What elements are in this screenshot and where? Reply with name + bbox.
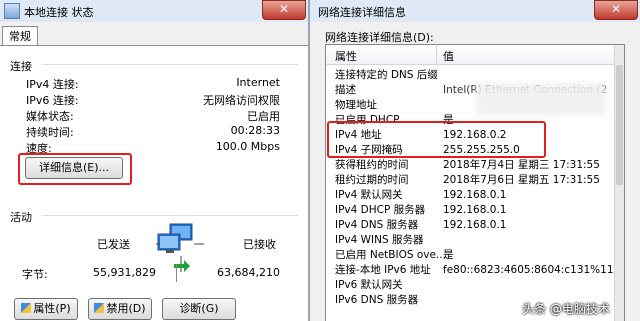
general-panel: 连接 IPv4 连接: Internet IPv6 连接: 无网络访问权限 媒体…: [0, 45, 308, 321]
list-item[interactable]: IPv4 DHCP 服务器 192.168.0.1: [326, 203, 614, 217]
properties-button-label: 属性(P): [33, 302, 71, 315]
vertical-scrollbar[interactable]: [614, 45, 624, 321]
ipv4-connectivity-label: IPv4 连接:: [26, 78, 79, 91]
list-item[interactable]: 租约过期的时间 2018年7月6日 星期五 17:31:55: [326, 173, 614, 187]
received-label: 已接收: [243, 238, 276, 251]
watermark: 头条 @电脑技术: [522, 302, 610, 316]
divider: [42, 64, 298, 65]
list-item[interactable]: 获得租约的时间 2018年7月4日 星期三 17:31:55: [326, 158, 614, 172]
bytes-received-value: 63,684,210: [217, 266, 280, 279]
window-title: 本地连接 状态: [24, 6, 94, 19]
column-divider: [436, 45, 437, 64]
list-item[interactable]: 连接特定的 DNS 后缀: [326, 68, 614, 82]
ipv4-highlight: [327, 121, 546, 158]
close-button[interactable]: ✕: [262, 0, 306, 20]
shield-icon: [21, 303, 32, 313]
details-group-label: 网络连接详细信息(D):: [325, 31, 434, 44]
disable-button[interactable]: 禁用(D): [88, 298, 152, 320]
duration-value: 00:28:33: [230, 124, 280, 137]
list-item[interactable]: IPv6 默认网关: [326, 278, 614, 292]
divider: [176, 264, 177, 282]
duration-label: 持续时间:: [26, 126, 74, 139]
title-bar: 本地连接 状态 ✕: [0, 0, 308, 22]
properties-button[interactable]: 属性(P): [14, 298, 78, 320]
local-connection-status-window: 本地连接 状态 ✕ 常规 连接 IPv4 连接: Internet IPv6 连…: [0, 0, 308, 321]
diagnose-button[interactable]: 诊断(G): [162, 298, 236, 320]
media-state-value: 已启用: [247, 110, 280, 123]
close-button[interactable]: ✕: [594, 0, 638, 20]
list-header: 属性 值: [326, 45, 624, 65]
speed-value: 100.0 Mbps: [215, 140, 280, 153]
title-bar: 网络连接详细信息 ✕: [310, 0, 640, 22]
list-item[interactable]: 连接-本地 IPv6 地址 fe80::6823:4605:8604:c131%1…: [326, 263, 614, 277]
shield-icon: [94, 303, 105, 313]
network-connection-icon: [4, 3, 20, 19]
network-connection-details-window: 网络连接详细信息 ✕ 网络连接详细信息(D): 属性 值 连接特定的 DNS 后…: [308, 0, 640, 321]
list-item[interactable]: IPv4 WINS 服务器: [326, 233, 614, 247]
list-item[interactable]: IPv4 DNS 服务器 192.168.0.1: [326, 218, 614, 232]
blurred-redaction: [476, 83, 606, 115]
ipv4-connectivity-value: Internet: [236, 76, 280, 89]
details-button[interactable]: 详细信息(E)...: [25, 157, 123, 179]
details-list[interactable]: 属性 值 连接特定的 DNS 后缀 描述Intel(R) Ethernet Co…: [325, 44, 625, 321]
divider: [42, 215, 298, 216]
window-title: 网络连接详细信息: [318, 6, 406, 19]
list-item[interactable]: 已启用 NetBIOS ove... 是: [326, 248, 614, 262]
activity-heading: 活动: [10, 211, 32, 224]
sent-label: 已发送: [97, 238, 130, 251]
disable-button-label: 禁用(D): [106, 302, 146, 315]
scrollbar-thumb[interactable]: [616, 65, 623, 185]
tab-general[interactable]: 常规: [2, 26, 38, 47]
ipv6-connectivity-value: 无网络访问权限: [203, 94, 280, 107]
list-item[interactable]: IPv4 默认网关 192.168.0.1: [326, 188, 614, 202]
column-header-value[interactable]: 值: [443, 48, 454, 64]
media-state-label: 媒体状态:: [26, 110, 74, 123]
bytes-sent-value: 55,931,829: [93, 266, 156, 279]
connection-heading: 连接: [10, 60, 32, 73]
ipv6-connectivity-label: IPv6 连接:: [26, 94, 79, 107]
bytes-label: 字节:: [22, 268, 48, 281]
column-header-property[interactable]: 属性: [335, 48, 357, 64]
